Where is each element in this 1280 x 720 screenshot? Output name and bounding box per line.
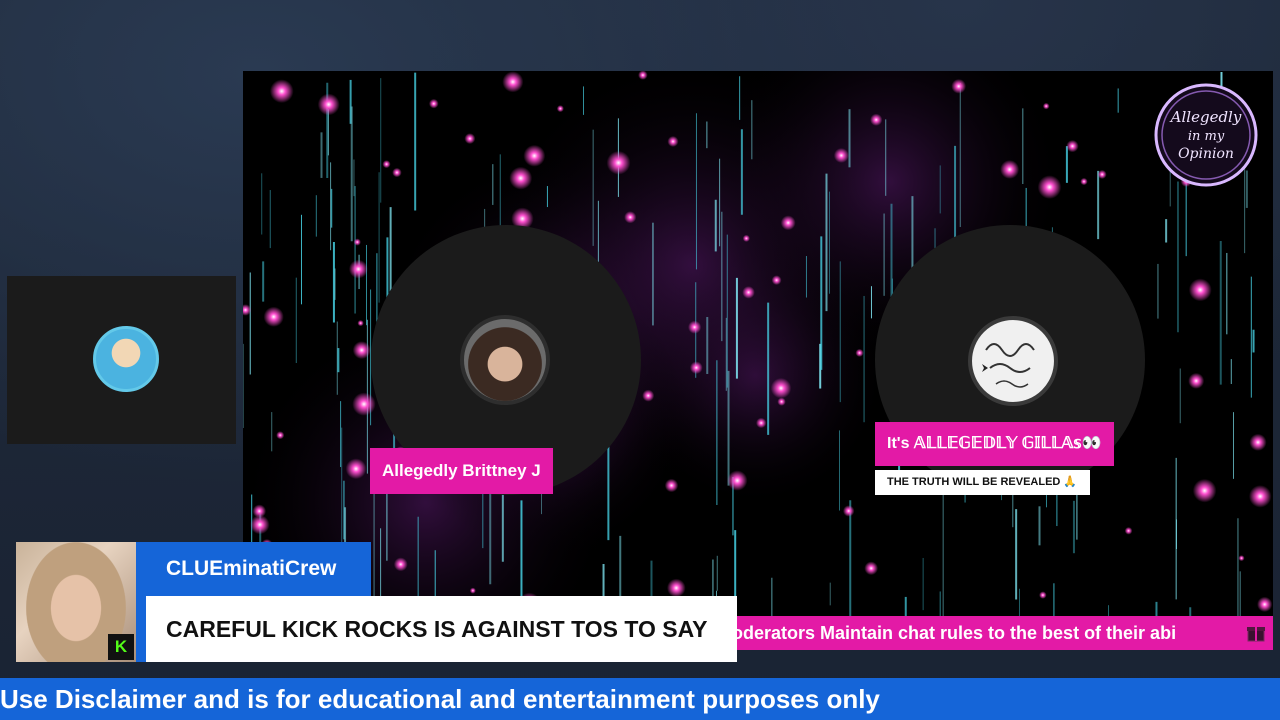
host-2-name-tag: It's 𝔸𝕃𝕃𝔼𝔾𝔼𝔻𝕃𝕐 𝔾𝕀𝕃𝕃𝔸𝕤👀: [875, 422, 1114, 466]
glow-particle: [1066, 139, 1079, 153]
glow-particle: [464, 133, 476, 145]
moderator-ticker: oderators Maintain chat rules to the bes…: [720, 616, 1273, 650]
glow-particle: [1188, 372, 1205, 389]
glow-particle: [502, 71, 524, 93]
glow-particle: [1039, 591, 1047, 599]
disclaimer-ticker-text: Use Disclaimer and is for educational an…: [0, 684, 880, 714]
glow-particle: [1124, 526, 1133, 535]
glow-particle: [353, 238, 361, 246]
glow-particle: [951, 78, 967, 94]
glow-particle: [269, 79, 294, 104]
glow-particle: [556, 105, 564, 113]
moderator-ticker-text: oderators Maintain chat rules to the bes…: [732, 623, 1177, 643]
glow-particle: [667, 135, 679, 147]
glow-particle: [666, 578, 686, 598]
glow-particle: [276, 431, 285, 440]
glow-particle: [317, 93, 340, 116]
glow-particle: [842, 505, 855, 517]
glow-particle: [742, 234, 750, 242]
glow-particle: [1257, 596, 1273, 612]
disclaimer-ticker: Use Disclaimer and is for educational an…: [0, 678, 1280, 720]
glow-particle: [1097, 169, 1107, 179]
glow-particle: [771, 275, 782, 286]
glow-particle: [392, 167, 402, 178]
glow-particle: [727, 470, 748, 491]
glow-particle: [833, 148, 849, 163]
chat-username: CLUEminatiCrew: [136, 542, 371, 596]
glow-particle: [1192, 478, 1217, 503]
gift-icon: [1247, 627, 1265, 642]
glow-particle: [509, 166, 533, 190]
glow-particle: [393, 557, 408, 572]
glow-particle: [523, 144, 546, 167]
glow-particle: [780, 215, 796, 231]
glow-particle: [352, 341, 371, 360]
host-2-avatar: [968, 316, 1058, 406]
glow-particle: [770, 377, 792, 399]
glow-particle: [345, 458, 367, 480]
glow-particle: [357, 319, 364, 327]
logo-text-2: in my: [1188, 129, 1225, 144]
guest-avatar-icon: [93, 326, 159, 392]
glow-particle: [348, 259, 368, 279]
glow-particle: [664, 478, 679, 493]
glow-particle: [382, 160, 391, 169]
glow-particle: [250, 515, 270, 535]
host-2-subtitle: THE TRUTH WILL BE REVEALED 🙏: [875, 470, 1090, 495]
guest-tile[interactable]: [7, 276, 236, 444]
chat-user-avatar: K: [16, 542, 136, 662]
chat-message-text: CAREFUL KICK ROCKS IS AGAINST TOS TO SAY: [146, 596, 737, 662]
handwriting-image: [982, 343, 1035, 388]
glow-particle: [870, 113, 883, 126]
glow-particle: [689, 361, 703, 375]
logo-text-3: Opinion: [1178, 146, 1234, 162]
glow-particle: [855, 348, 864, 357]
glow-particle: [1080, 177, 1088, 186]
glow-particle: [1238, 555, 1245, 562]
glow-particle: [624, 211, 637, 224]
host-1-name-tag: Allegedly Brittney J: [370, 448, 553, 494]
glow-particle: [469, 587, 476, 594]
glow-particle: [428, 98, 439, 109]
host-1-avatar: [460, 315, 550, 405]
glow-particle: [1249, 433, 1267, 451]
logo-text-1: Allegedly: [1169, 108, 1242, 126]
glow-particle: [1188, 278, 1212, 302]
glow-particle: [742, 286, 755, 299]
glow-particle: [777, 397, 786, 406]
glow-particle: [1042, 102, 1050, 110]
glow-particle: [606, 150, 631, 175]
kick-platform-icon: K: [108, 634, 134, 660]
glow-particle: [352, 392, 376, 416]
glow-particle: [263, 306, 284, 327]
glow-particle: [756, 417, 767, 429]
glow-particle: [642, 389, 655, 402]
glow-particle: [1037, 175, 1062, 199]
channel-logo: Allegedly in my Opinion: [1154, 83, 1258, 187]
glow-particle: [864, 561, 879, 576]
glow-particle: [1248, 485, 1272, 508]
glow-particle: [688, 320, 702, 334]
glow-particle: [1000, 160, 1020, 179]
